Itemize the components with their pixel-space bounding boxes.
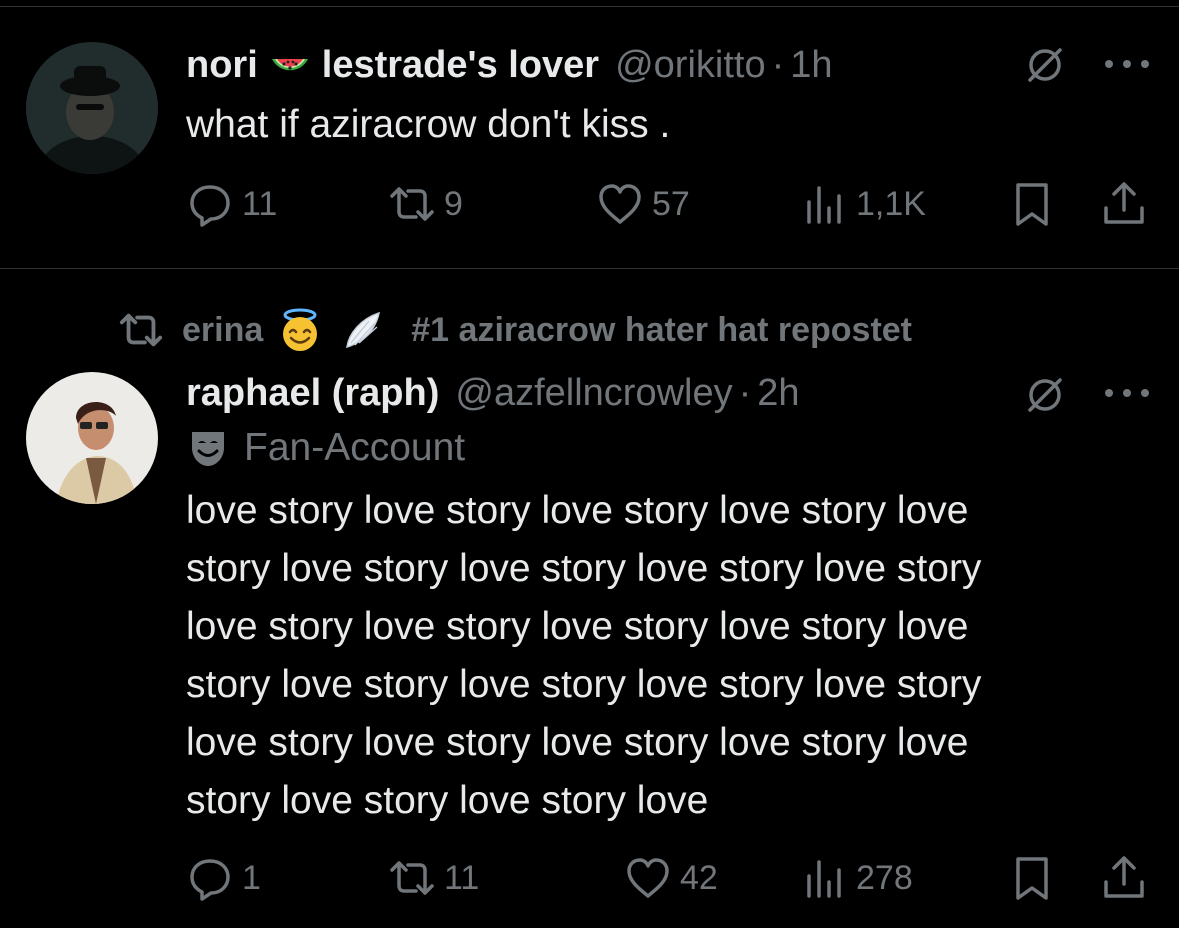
repost-context[interactable]: erina #1 aziracrow hater hat repostet — [118, 304, 912, 356]
view-count: 278 — [856, 858, 913, 897]
like-count: 57 — [652, 184, 690, 223]
reply-count: 11 — [242, 184, 278, 223]
reply-button[interactable]: 11 — [186, 174, 277, 234]
tweet1-header: nori lestrade's lover @orikitto · 1h — [186, 40, 833, 90]
timestamp[interactable]: 1h — [790, 44, 832, 87]
timestamp[interactable]: 2h — [757, 372, 799, 415]
repost-button[interactable]: 9 — [388, 174, 463, 234]
repost-icon — [390, 861, 434, 895]
avatar-raphael[interactable] — [26, 372, 158, 504]
like-button[interactable]: 42 — [624, 848, 718, 908]
repost-label: #1 aziracrow hater hat repostet — [411, 310, 913, 349]
repost-count: 11 — [444, 858, 480, 897]
reposter-name[interactable]: erina — [182, 311, 263, 350]
repost-icon — [390, 187, 434, 221]
repost-icon — [119, 313, 163, 347]
more-options-icon[interactable] — [1102, 57, 1152, 71]
wing-emoji-icon — [339, 307, 385, 353]
grok-icon[interactable] — [1022, 42, 1068, 88]
share-icon[interactable] — [1100, 854, 1148, 902]
tweet1-actions: 11 9 57 1,1K — [0, 174, 1179, 234]
like-button[interactable]: 57 — [596, 174, 690, 234]
handle[interactable]: @azfellncrowley — [455, 372, 732, 415]
watermelon-emoji-icon — [268, 43, 312, 87]
account-label: Fan-Account — [186, 426, 465, 470]
reply-icon — [190, 185, 230, 227]
display-name[interactable]: raphael (raph) — [186, 372, 439, 415]
performing-arts-mask-icon — [192, 432, 224, 466]
views-button[interactable]: 1,1K — [800, 174, 926, 234]
bookmark-icon[interactable] — [1008, 854, 1056, 902]
smiling-face-with-halo-emoji-icon — [277, 307, 323, 353]
heart-icon — [599, 184, 641, 224]
share-icon[interactable] — [1100, 180, 1148, 228]
separator-dot: · — [738, 371, 752, 414]
views-chart-icon — [807, 186, 841, 224]
reply-icon — [190, 859, 230, 901]
handle[interactable]: @orikitto — [615, 44, 766, 87]
display-name[interactable]: nori — [186, 44, 258, 87]
tweet2-header: raphael (raph) @azfellncrowley · 2h — [186, 368, 800, 418]
repost-button[interactable]: 11 — [388, 848, 479, 908]
reply-button[interactable]: 1 — [186, 848, 261, 908]
avatar-nori[interactable] — [26, 42, 158, 174]
fan-account-label: Fan-Account — [244, 426, 466, 469]
bookmark-icon[interactable] — [1008, 180, 1056, 228]
separator-dot: · — [771, 43, 785, 86]
tweet1-text: what if aziracrow don't kiss . — [186, 103, 671, 146]
tweet2-text: love story love story love story love st… — [186, 489, 982, 822]
heart-icon — [627, 858, 669, 898]
top-divider — [0, 6, 1179, 7]
display-name-suffix[interactable]: lestrade's lover — [322, 44, 599, 87]
grok-icon[interactable] — [1022, 372, 1068, 418]
tweet-divider — [0, 268, 1179, 269]
like-count: 42 — [680, 858, 718, 897]
more-options-icon[interactable] — [1102, 386, 1152, 400]
view-count: 1,1K — [856, 184, 926, 223]
repost-count: 9 — [444, 184, 463, 223]
views-chart-icon — [807, 860, 841, 898]
tweet2-actions: 1 11 42 278 — [0, 848, 1179, 908]
reply-count: 1 — [242, 858, 261, 897]
views-button[interactable]: 278 — [800, 848, 913, 908]
